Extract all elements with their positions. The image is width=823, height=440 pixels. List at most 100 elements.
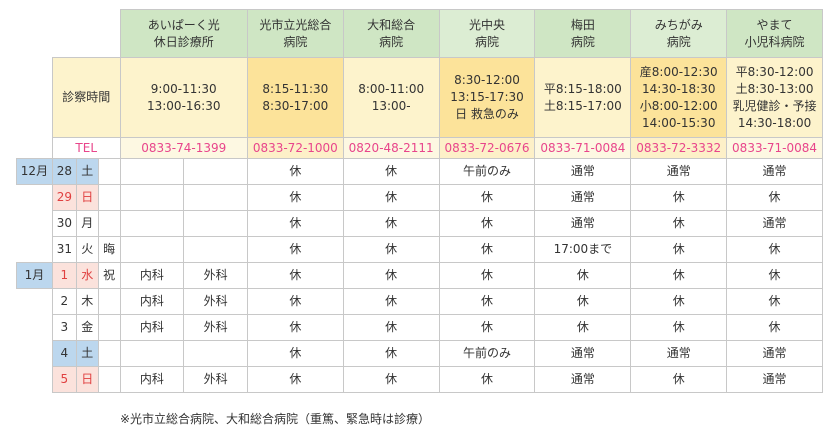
status-cell: 休 — [246, 236, 344, 263]
aipark-internal — [119, 340, 185, 367]
status-cell: 休 — [342, 236, 440, 263]
status-cell: 休 — [342, 262, 440, 289]
status-cell: 休 — [246, 314, 344, 341]
month-empty — [17, 185, 53, 211]
tel-2: 0820-48-2111 — [342, 137, 440, 159]
month-label: 1月 — [16, 262, 53, 289]
status-cell: 休 — [630, 262, 728, 289]
aipark-internal — [119, 210, 185, 237]
month-empty — [17, 315, 53, 341]
status-cell: 午前のみ — [438, 340, 536, 367]
footnote: ※光市立総合病院、大和総合病院（重篤、緊急時は診療） — [120, 412, 431, 426]
day-cell: 29 — [51, 184, 77, 211]
schedule-page: あいぱーく光 休日診療所 光市立光総合 病院 大和総合 病院 光中央 病院 梅田 病院 み… — [0, 0, 823, 440]
hospital-name-4: 梅田 病院 — [534, 9, 632, 58]
hospital-header-row: あいぱーく光 休日診療所 光市立光総合 病院 大和総合 病院 光中央 病院 梅田 病院 み… — [16, 9, 823, 58]
day-cell: 3 — [51, 314, 77, 341]
holiday-mark — [97, 158, 121, 185]
status-cell: 休 — [438, 366, 536, 393]
status-cell: 休 — [438, 210, 536, 237]
holiday-mark: 晦 — [97, 236, 121, 263]
status-cell: 通常 — [726, 340, 823, 367]
weekday-cell: 木 — [75, 288, 99, 315]
aipark-surgery — [183, 184, 248, 211]
status-cell: 休 — [726, 236, 823, 263]
month-label: 12月 — [16, 158, 53, 185]
table-row: 30 月休休休通常休通常 — [17, 210, 823, 237]
status-cell: 休 — [246, 366, 344, 393]
holiday-schedule-table: あいぱーく光 休日診療所 光市立光総合 病院 大和総合 病院 光中央 病院 梅田 病院 み… — [16, 9, 823, 393]
status-cell: 通常 — [534, 158, 632, 185]
weekday-cell: 月 — [75, 210, 99, 237]
status-cell: 休 — [534, 262, 632, 289]
holiday-mark — [97, 366, 121, 393]
aipark-surgery: 外科 — [183, 366, 248, 393]
status-cell: 休 — [726, 184, 823, 211]
hours-3: 8:30-12:00 13:15-17:30 日 救急のみ — [438, 57, 536, 138]
status-cell: 休 — [438, 184, 536, 211]
day-cell: 31 — [51, 236, 77, 263]
status-cell: 休 — [630, 184, 728, 211]
day-cell: 30 — [51, 210, 77, 237]
table-row: 3 金内科 外科休休休休休休 — [17, 314, 823, 341]
hospital-name-2: 大和総合 病院 — [342, 9, 440, 58]
status-cell: 休 — [438, 236, 536, 263]
status-cell: 休 — [534, 288, 632, 315]
weekday-cell: 土 — [75, 340, 99, 367]
day-cell: 5 — [51, 366, 77, 393]
status-cell: 休 — [342, 366, 440, 393]
day-cell: 2 — [51, 288, 77, 315]
aipark-internal — [119, 184, 185, 211]
table-row: 12月 28 土休休午前のみ 通常 通常 通常 — [16, 158, 823, 185]
month-empty — [17, 341, 53, 367]
status-cell: 通常 — [726, 158, 823, 185]
status-cell: 休 — [726, 262, 823, 289]
status-cell: 休 — [438, 262, 536, 289]
status-cell: 休 — [726, 314, 823, 341]
table-row: 31 火晦休休休 17:00まで休休 — [17, 236, 823, 263]
status-cell: 午前のみ — [438, 158, 536, 185]
status-cell: 休 — [342, 288, 440, 315]
status-cell: 通常 — [630, 340, 728, 367]
holiday-mark — [97, 210, 121, 237]
status-cell: 休 — [630, 288, 728, 315]
hours-1: 8:15-11:30 8:30-17:00 — [246, 57, 344, 138]
hours-4: 平8:15-18:00 土8:15-17:00 — [534, 57, 632, 138]
hospital-name-0: あいぱーく光 休日診療所 — [119, 9, 248, 58]
aipark-surgery — [183, 236, 248, 263]
hospital-name-1: 光市立光総合 病院 — [246, 9, 344, 58]
day-cell: 4 — [51, 340, 77, 367]
aipark-internal — [119, 236, 185, 263]
table-row: 5 日内科 外科休休休通常休通常 — [17, 366, 823, 393]
weekday-cell: 火 — [75, 236, 99, 263]
aipark-internal — [119, 158, 185, 185]
status-cell: 休 — [630, 366, 728, 393]
holiday-mark: 祝 — [97, 262, 121, 289]
status-cell: 17:00まで — [534, 236, 632, 263]
aipark-internal: 内科 — [119, 262, 185, 289]
status-cell: 通常 — [534, 184, 632, 211]
weekday-cell: 金 — [75, 314, 99, 341]
hours-5: 産8:00-12:30 14:30-18:30 小8:00-12:00 14:00-1… — [630, 57, 728, 138]
hours-0: 9:00-11:30 13:00-16:30 — [119, 57, 248, 138]
status-cell: 休 — [246, 158, 344, 185]
hours-6: 平8:30-12:00 土8:30-13:00 乳児健診・予接 14:30-18:00 — [726, 57, 823, 138]
weekday-cell: 日 — [75, 184, 99, 211]
hours-label: 診察時間 — [51, 57, 121, 138]
tel-4: 0833-71-0084 — [534, 137, 632, 159]
weekday-cell: 水 — [75, 262, 99, 289]
hours-row: 診察時間 9:00-11:30 13:00-16:30 8:15-11:30 8:3… — [16, 57, 823, 138]
status-cell: 休 — [342, 184, 440, 211]
aipark-internal: 内科 — [119, 366, 185, 393]
table-row: 1月 1 水祝内科 外科休休休休休休 — [16, 262, 823, 289]
status-cell: 休 — [534, 314, 632, 341]
hospital-name-6: やまて 小児科病院 — [726, 9, 823, 58]
status-cell: 休 — [246, 288, 344, 315]
weekday-cell: 土 — [75, 158, 99, 185]
tel-6: 0833-71-0084 — [726, 137, 823, 159]
tel-0: 0833-74-1399 — [119, 137, 248, 159]
status-cell: 休 — [246, 210, 344, 237]
month-empty — [17, 367, 53, 393]
tel-5: 0833-72-3332 — [630, 137, 728, 159]
tel-1: 0833-72-1000 — [246, 137, 344, 159]
